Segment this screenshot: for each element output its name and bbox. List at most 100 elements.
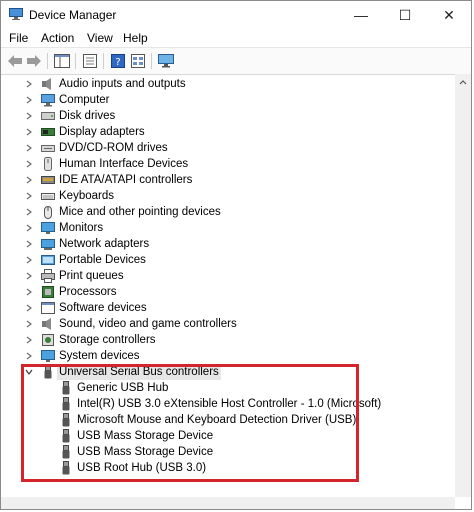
- chevron-right-icon[interactable]: [25, 108, 33, 124]
- chevron-right-icon[interactable]: [25, 220, 33, 236]
- tree-item-label: IDE ATA/ATAPI controllers: [59, 174, 193, 186]
- dvd-drive-icon: [41, 145, 55, 152]
- chevron-right-icon[interactable]: [25, 204, 33, 220]
- close-icon: ✕: [443, 6, 455, 23]
- chevron-right-icon[interactable]: [25, 252, 33, 268]
- scan-hardware-button[interactable]: [157, 52, 175, 70]
- tree-item-label: Processors: [59, 286, 117, 298]
- speaker-icon: [42, 78, 51, 90]
- properties-button[interactable]: [81, 52, 99, 70]
- usb-device-item[interactable]: Intel(R) USB 3.0 eXtensible Host Control…: [1, 396, 421, 412]
- hid-icon: [44, 157, 52, 171]
- toolbar-separator: [151, 53, 152, 69]
- usb-icon: [62, 413, 70, 427]
- chevron-right-icon[interactable]: [25, 348, 33, 364]
- tree-item[interactable]: Storage controllers: [1, 332, 421, 348]
- close-button[interactable]: ✕: [427, 1, 471, 29]
- tree-item[interactable]: IDE ATA/ATAPI controllers: [1, 172, 421, 188]
- view-button[interactable]: [129, 52, 147, 70]
- chevron-right-icon[interactable]: [25, 316, 33, 332]
- usb-device-item[interactable]: USB Root Hub (USB 3.0): [1, 460, 421, 476]
- back-button[interactable]: [6, 52, 24, 70]
- menu-bar: File Action View Help: [1, 29, 471, 47]
- menu-file[interactable]: File: [9, 31, 28, 45]
- tree-item-label: Universal Serial Bus controllers: [57, 364, 221, 380]
- tree-item-label: Disk drives: [59, 110, 116, 122]
- printer-icon: [41, 269, 55, 283]
- tree-item-usb-controllers[interactable]: Universal Serial Bus controllers: [1, 364, 421, 380]
- chevron-right-icon[interactable]: [25, 140, 33, 156]
- usb-icon: [62, 429, 70, 443]
- help-button[interactable]: ?: [109, 52, 127, 70]
- tree-item[interactable]: Disk drives: [1, 108, 421, 124]
- scan-hardware-icon: [158, 54, 174, 68]
- chevron-right-icon[interactable]: [25, 300, 33, 316]
- tree-item-label: Mice and other pointing devices: [59, 206, 221, 218]
- minimize-icon: —: [354, 7, 368, 23]
- chevron-right-icon[interactable]: [25, 76, 33, 92]
- tree-item[interactable]: Processors: [1, 284, 421, 300]
- help-icon: ?: [111, 54, 125, 68]
- usb-device-label: USB Mass Storage Device: [77, 446, 214, 458]
- chevron-right-icon[interactable]: [25, 172, 33, 188]
- usb-device-label: USB Root Hub (USB 3.0): [77, 462, 207, 474]
- usb-device-item[interactable]: Generic USB Hub: [1, 380, 421, 396]
- tree-item[interactable]: Portable Devices: [1, 252, 421, 268]
- tree-item[interactable]: Sound, video and game controllers: [1, 316, 421, 332]
- forward-arrow-icon: [27, 55, 41, 67]
- chevron-right-icon[interactable]: [25, 92, 33, 108]
- network-adapter-icon: [41, 239, 55, 250]
- tree-item[interactable]: Display adapters: [1, 124, 421, 140]
- show-hide-console-tree-button[interactable]: [53, 52, 71, 70]
- usb-device-label: Microsoft Mouse and Keyboard Detection D…: [77, 414, 357, 426]
- tree-item[interactable]: Monitors: [1, 220, 421, 236]
- monitor-icon: [41, 222, 55, 234]
- maximize-button[interactable]: ☐: [383, 1, 427, 29]
- tree-item-label: Keyboards: [59, 190, 114, 202]
- back-arrow-icon: [8, 55, 22, 67]
- menu-action[interactable]: Action: [41, 31, 74, 45]
- chevron-right-icon[interactable]: [25, 188, 33, 204]
- tree-item[interactable]: Mice and other pointing devices: [1, 204, 421, 220]
- software-device-icon: [41, 302, 55, 314]
- chevron-right-icon[interactable]: [25, 284, 33, 300]
- chevron-right-icon[interactable]: [25, 332, 33, 348]
- menu-view[interactable]: View: [87, 31, 113, 45]
- tree-item[interactable]: System devices: [1, 348, 421, 364]
- chevron-right-icon[interactable]: [25, 156, 33, 172]
- processor-icon: [42, 286, 54, 298]
- usb-device-item[interactable]: USB Mass Storage Device: [1, 428, 421, 444]
- tree-item-label: System devices: [59, 350, 140, 362]
- toolbar-separator: [75, 53, 76, 69]
- tree-item[interactable]: Human Interface Devices: [1, 156, 421, 172]
- tree-item[interactable]: Audio inputs and outputs: [1, 76, 421, 92]
- tree-item[interactable]: Network adapters: [1, 236, 421, 252]
- system-device-icon: [41, 350, 55, 362]
- tree-item-label: Network adapters: [59, 238, 150, 250]
- tree-item[interactable]: Print queues: [1, 268, 421, 284]
- tree-item[interactable]: Computer: [1, 92, 421, 108]
- vertical-scrollbar[interactable]: [455, 74, 471, 497]
- chevron-down-icon[interactable]: [25, 364, 33, 380]
- tree-item[interactable]: DVD/CD-ROM drives: [1, 140, 421, 156]
- mouse-icon: [44, 206, 52, 219]
- title-bar[interactable]: Device Manager — ☐ ✕: [1, 1, 471, 29]
- usb-device-item[interactable]: Microsoft Mouse and Keyboard Detection D…: [1, 412, 421, 428]
- usb-icon: [62, 461, 70, 475]
- tree-item-label: DVD/CD-ROM drives: [59, 142, 168, 154]
- toolbar-separator: [103, 53, 104, 69]
- tree-item[interactable]: Software devices: [1, 300, 421, 316]
- tree-item[interactable]: Keyboards: [1, 188, 421, 204]
- menu-help[interactable]: Help: [123, 31, 148, 45]
- usb-device-item[interactable]: USB Mass Storage Device: [1, 444, 421, 460]
- chevron-right-icon[interactable]: [25, 124, 33, 140]
- maximize-icon: ☐: [398, 6, 412, 23]
- chevron-right-icon[interactable]: [25, 268, 33, 284]
- scroll-up-button[interactable]: [455, 74, 471, 90]
- horizontal-scrollbar[interactable]: [1, 497, 455, 509]
- device-tree[interactable]: Audio inputs and outputs Computer Disk dri…: [1, 74, 455, 497]
- chevron-right-icon[interactable]: [25, 236, 33, 252]
- minimize-button[interactable]: —: [339, 1, 383, 29]
- window-title: Device Manager: [29, 8, 117, 22]
- forward-button[interactable]: [25, 52, 43, 70]
